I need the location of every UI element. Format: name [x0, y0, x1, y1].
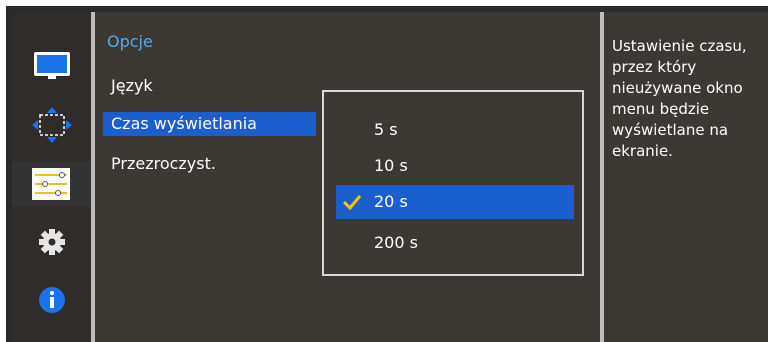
sidebar-item-position[interactable]	[12, 104, 91, 148]
sidebar-item-options[interactable]	[12, 162, 91, 206]
sidebar-item-information[interactable]	[12, 278, 91, 322]
monitor-icon	[34, 52, 70, 79]
option-label: 10 s	[374, 156, 408, 175]
display-time-dropdown: 5 s 10 s 20 s 200 s	[322, 90, 584, 276]
sidebar-item-system[interactable]	[12, 220, 91, 264]
menu-item-display-time[interactable]: Czas wyświetlania	[103, 112, 316, 136]
info-icon	[39, 287, 65, 313]
option-label: 20 s	[374, 192, 408, 211]
position-arrows-icon	[32, 107, 72, 143]
help-panel: Ustawienie czasu, przez który nieużywane…	[604, 12, 768, 342]
option-200s[interactable]: 200 s	[336, 226, 574, 260]
gear-icon	[39, 229, 65, 255]
checkmark-icon	[342, 185, 362, 231]
menu-title: Opcje	[107, 32, 153, 51]
option-label: 200 s	[374, 233, 418, 252]
sidebar-item-picture[interactable]	[12, 46, 91, 90]
menu-item-language[interactable]: Język	[103, 74, 153, 98]
osd-window: Opcje Język Czas wyświetlania Przezroczy…	[0, 0, 774, 342]
sidebar	[12, 12, 95, 342]
option-label: 5 s	[374, 120, 398, 139]
option-10s[interactable]: 10 s	[336, 149, 574, 183]
help-text: Ustawienie czasu, przez który nieużywane…	[612, 37, 747, 160]
option-20s[interactable]: 20 s	[336, 185, 574, 219]
options-sliders-icon	[32, 168, 70, 200]
menu-item-transparency[interactable]: Przezroczyst.	[103, 152, 216, 176]
option-5s[interactable]: 5 s	[336, 113, 574, 147]
